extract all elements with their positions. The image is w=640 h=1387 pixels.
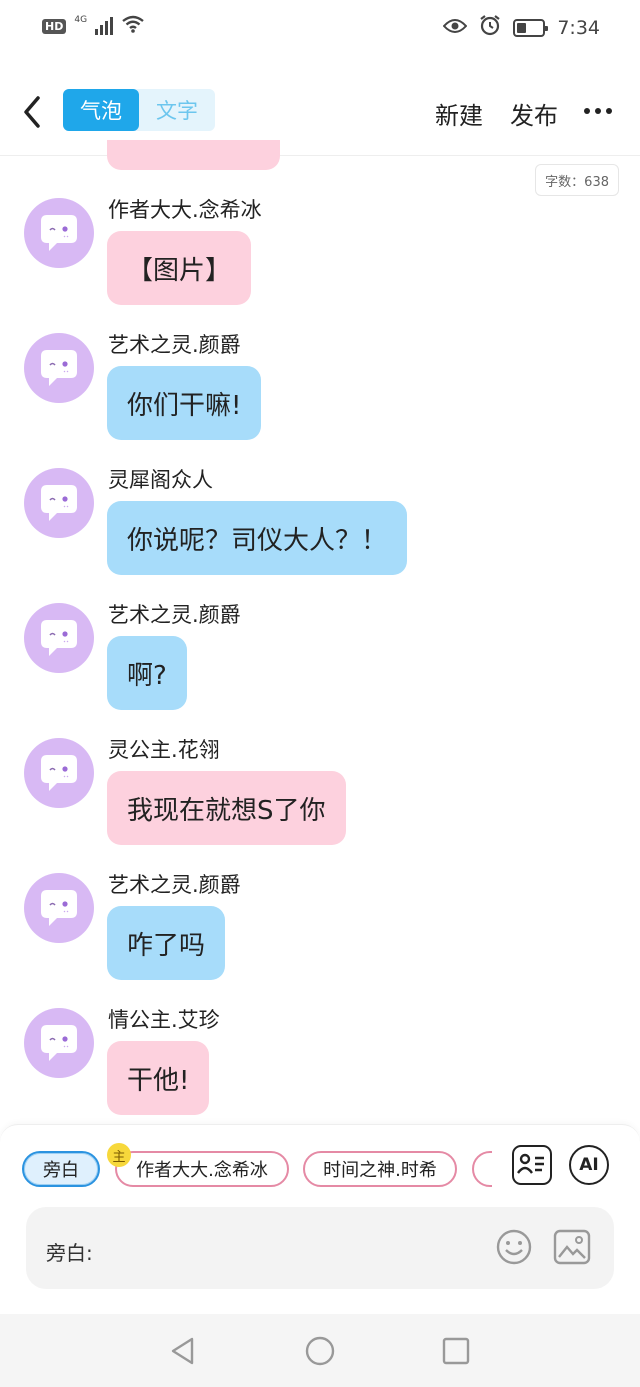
image-icon[interactable] (552, 1227, 592, 1267)
header-divider (0, 155, 640, 156)
message-bubble[interactable]: 【图片】 (107, 231, 252, 305)
nav-home-icon[interactable] (304, 1336, 336, 1370)
input-speaker-label: 旁白: (46, 1241, 93, 1265)
message-bubble[interactable]: 你们干嘛! (107, 366, 262, 440)
sender-name: 艺术之灵.颜爵 (108, 333, 241, 357)
message-bubble[interactable]: 干他! (107, 1041, 210, 1115)
sender-name: 灵公主.花翎 (108, 738, 220, 762)
hd-indicator: HD (42, 18, 67, 34)
status-right: 7:34 (442, 14, 600, 41)
tab-bubble[interactable]: 气泡 (63, 89, 139, 131)
message-input[interactable]: 旁白: (26, 1207, 614, 1289)
message-bubble[interactable]: 啊? (107, 636, 187, 710)
top-toolbar: 气泡 文字 新建 发布 (0, 80, 640, 144)
chip-author[interactable]: 作者大大.念希冰 (115, 1151, 289, 1187)
mode-switcher: 气泡 文字 (63, 89, 215, 131)
publish-button[interactable]: 发布 (510, 96, 558, 131)
message-bubble[interactable]: 你说呢？司仪大人？！ (107, 501, 408, 575)
message-bubble[interactable]: 咋了吗 (107, 906, 226, 980)
ai-button[interactable]: AI (569, 1145, 609, 1185)
signal-icon (95, 17, 114, 35)
avatar[interactable] (24, 603, 94, 673)
eye-icon (442, 17, 468, 39)
clock-time: 7:34 (557, 16, 600, 39)
message-bubble[interactable]: 我现在就想S了你 (107, 771, 346, 845)
sender-name: 灵犀阁众人 (108, 468, 213, 492)
chip-narrator[interactable]: 旁白 (22, 1151, 100, 1187)
previous-bubble-partial (107, 140, 280, 170)
sender-name: 情公主.艾珍 (108, 1008, 220, 1032)
chip-partial[interactable] (472, 1151, 492, 1187)
avatar[interactable] (24, 1008, 94, 1078)
chip-time-god[interactable]: 时间之神.时希 (303, 1151, 457, 1187)
more-dots-icon[interactable] (584, 108, 612, 114)
status-left: HD 4G (42, 14, 145, 38)
sender-name: 作者大大.念希冰 (108, 198, 262, 222)
nav-recents-icon[interactable] (441, 1336, 471, 1370)
sender-name: 艺术之灵.颜爵 (108, 873, 241, 897)
sender-name: 艺术之灵.颜爵 (108, 603, 241, 627)
avatar[interactable] (24, 198, 94, 268)
emoji-icon[interactable] (494, 1227, 534, 1267)
wifi-icon (121, 14, 145, 38)
chevron-left-icon[interactable] (18, 92, 50, 132)
new-button[interactable]: 新建 (435, 96, 483, 131)
tab-text[interactable]: 文字 (139, 89, 215, 131)
word-count-badge: 字数：638 (535, 164, 619, 196)
alarm-icon (479, 14, 501, 41)
main-role-badge: 主 (107, 1143, 131, 1167)
avatar[interactable] (24, 333, 94, 403)
network-type: 4G (74, 15, 88, 25)
editor-panel: 旁白 作者大大.念希冰 时间之神.时希 主 AI 旁白: (0, 1124, 640, 1314)
battery-icon (513, 18, 549, 37)
status-bar: HD 4G 7:34 (0, 0, 640, 56)
avatar[interactable] (24, 873, 94, 943)
avatar[interactable] (24, 468, 94, 538)
character-chip-row: 旁白 作者大大.念希冰 时间之神.时希 (20, 1147, 492, 1191)
system-nav-bar (0, 1314, 640, 1387)
contact-card-icon[interactable] (512, 1145, 552, 1185)
nav-back-icon[interactable] (168, 1336, 198, 1370)
avatar[interactable] (24, 738, 94, 808)
